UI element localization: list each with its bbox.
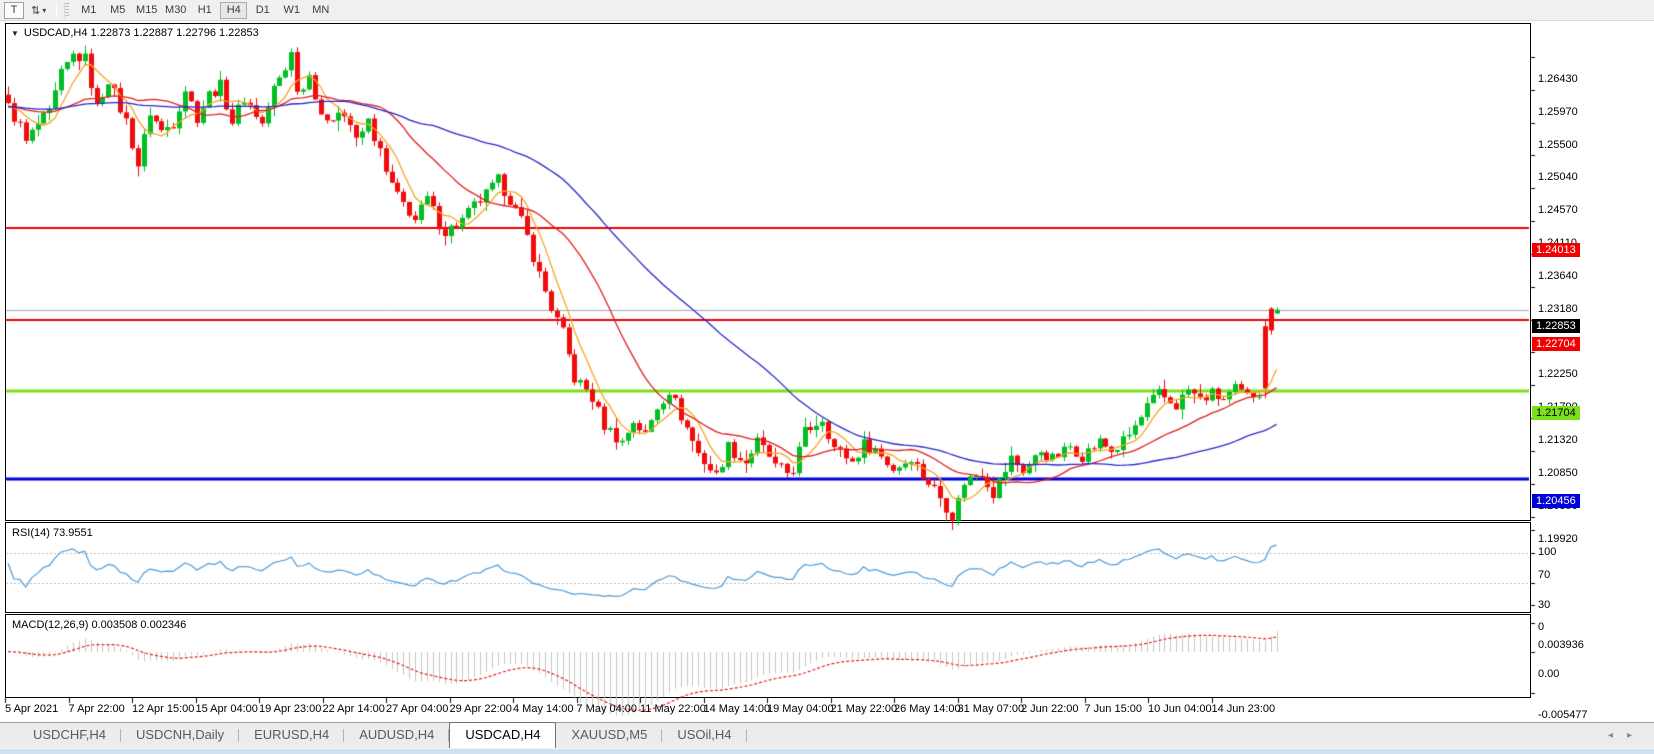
- tab-label: USDCAD,H4: [465, 727, 540, 742]
- tab-usdcad-h4[interactable]: USDCAD,H4: [449, 722, 556, 748]
- timeframe-m15-button[interactable]: M15: [133, 2, 160, 19]
- date-tick-label: 14 May 14:00: [704, 703, 771, 715]
- tab-eurusd-h4[interactable]: EURUSD,H4: [239, 724, 344, 748]
- date-tick-label: 7 Jun 15:00: [1085, 703, 1143, 715]
- tab-label: AUDUSD,H4: [359, 727, 434, 742]
- tab-label: USDCHF,H4: [33, 727, 106, 742]
- terminal-window: T ⇅ ▾ M1 M5 M15 M30 H1 H4 D1 W1 MN ▼ USD…: [0, 0, 1654, 754]
- rsi-tick-label: 100: [1538, 546, 1556, 558]
- price-level-tag[interactable]: 1.24013: [1532, 243, 1580, 257]
- chart-tab-bar: USDCHF,H4 USDCNH,Daily EURUSD,H4 AUDUSD,…: [0, 722, 1654, 748]
- tab-label: EURUSD,H4: [254, 727, 329, 742]
- date-tick-label: 4 May 14:00: [513, 703, 574, 715]
- date-tick-label: 19 May 04:00: [767, 703, 834, 715]
- status-bar: [0, 748, 1654, 754]
- date-tick-label: 27 Apr 04:00: [386, 703, 448, 715]
- tab-scroll-arrows[interactable]: ◂▸: [1608, 730, 1646, 741]
- timeframe-mn-button[interactable]: MN: [307, 2, 334, 19]
- timeframe-w1-button[interactable]: W1: [278, 2, 305, 19]
- date-tick-label: 7 May 04:00: [577, 703, 638, 715]
- date-tick-label: 26 May 14:00: [894, 703, 961, 715]
- date-tick-label: 22 Apr 14:00: [323, 703, 385, 715]
- rsi-tick-label: 0: [1538, 621, 1544, 633]
- price-tick-label: 1.26430: [1538, 73, 1578, 85]
- chart-title: ▼ USDCAD,H4 1.22873 1.22887 1.22796 1.22…: [11, 27, 259, 39]
- date-tick-label: 5 Apr 2021: [5, 703, 58, 715]
- timeframe-h4-button[interactable]: H4: [220, 2, 247, 19]
- price-tick-label: 1.25970: [1538, 106, 1578, 118]
- price-tick-label: 1.24570: [1538, 204, 1578, 216]
- price-tick-label: 1.25500: [1538, 139, 1578, 151]
- chart-area: ▼ USDCAD,H4 1.22873 1.22887 1.22796 1.22…: [0, 22, 1654, 722]
- price-tick-label: 1.22250: [1538, 368, 1578, 380]
- timeframe-m30-button[interactable]: M30: [162, 2, 189, 19]
- date-tick-label: 19 Apr 23:00: [259, 703, 321, 715]
- date-tick-label: 29 Apr 22:00: [450, 703, 512, 715]
- tab-scroll-left-icon[interactable]: ◂: [1608, 730, 1627, 741]
- toolbar-grip[interactable]: [64, 3, 69, 18]
- rsi-tick-label: 30: [1538, 599, 1550, 611]
- price-level-tag[interactable]: 1.21704: [1532, 406, 1580, 420]
- date-tick-label: 15 Apr 04:00: [196, 703, 258, 715]
- tab-audusd-h4[interactable]: AUDUSD,H4: [344, 724, 449, 748]
- price-tick-label: 1.23640: [1538, 270, 1578, 282]
- current-price-tag: 1.22853: [1532, 319, 1580, 333]
- rsi-indicator-label: RSI(14) 73.9551: [12, 527, 93, 539]
- timeframe-m5-button[interactable]: M5: [104, 2, 131, 19]
- date-tick-label: 31 May 07:00: [958, 703, 1025, 715]
- macd-tick-label: 0.003936: [1538, 639, 1584, 651]
- tab-usoil-h4[interactable]: USOil,H4: [662, 724, 746, 748]
- price-tick-label: 1.19920: [1538, 533, 1578, 545]
- timeframes-toolbar: T ⇅ ▾ M1 M5 M15 M30 H1 H4 D1 W1 MN: [0, 0, 1654, 21]
- chart-canvas[interactable]: [0, 22, 1654, 722]
- tab-label: USOil,H4: [677, 727, 731, 742]
- tab-usdchf-h4[interactable]: USDCHF,H4: [18, 724, 121, 748]
- price-tick-label: 1.21320: [1538, 434, 1578, 446]
- price-tick-label: 1.25040: [1538, 171, 1578, 183]
- price-tick-label: 1.20850: [1538, 467, 1578, 479]
- chart-title-text: USDCAD,H4 1.22873 1.22887 1.22796 1.2285…: [24, 27, 259, 39]
- price-tick-label: 1.23180: [1538, 303, 1578, 315]
- date-tick-label: 2 Jun 22:00: [1021, 703, 1079, 715]
- price-level-tag[interactable]: 1.20456: [1532, 494, 1580, 508]
- timeframe-d1-button[interactable]: D1: [249, 2, 276, 19]
- macd-tick-label: -0.005477: [1538, 709, 1588, 721]
- timeframe-m1-button[interactable]: M1: [75, 2, 102, 19]
- timeframe-h1-button[interactable]: H1: [191, 2, 218, 19]
- date-tick-label: 11 May 22:00: [640, 703, 706, 715]
- arrows-tool-icon: ⇅: [31, 4, 40, 17]
- tab-label: XAUUSD,M5: [571, 727, 647, 742]
- arrows-tool-button[interactable]: ⇅ ▾: [26, 2, 51, 19]
- collapse-icon[interactable]: ▼: [11, 29, 19, 38]
- toolbar-separator: [56, 2, 57, 18]
- tab-label: USDCNH,Daily: [136, 727, 224, 742]
- date-tick-label: 12 Apr 15:00: [132, 703, 194, 715]
- tab-scroll-right-icon[interactable]: ▸: [1627, 730, 1646, 741]
- date-tick-label: 21 May 22:00: [831, 703, 898, 715]
- tab-separator: [746, 729, 747, 742]
- text-tool-button[interactable]: T: [4, 2, 24, 19]
- dropdown-caret-icon: ▾: [42, 6, 46, 15]
- macd-tick-label: 0.00: [1538, 668, 1559, 680]
- date-tick-label: 7 Apr 22:00: [69, 703, 125, 715]
- price-level-tag[interactable]: 1.22704: [1532, 337, 1580, 351]
- date-tick-label: 14 Jun 23:00: [1212, 703, 1276, 715]
- tab-xauusd-m5[interactable]: XAUUSD,M5: [556, 724, 662, 748]
- date-tick-label: 10 Jun 04:00: [1148, 703, 1212, 715]
- rsi-tick-label: 70: [1538, 569, 1550, 581]
- tab-usdcnh-daily[interactable]: USDCNH,Daily: [121, 724, 239, 748]
- macd-indicator-label: MACD(12,26,9) 0.003508 0.002346: [12, 619, 186, 631]
